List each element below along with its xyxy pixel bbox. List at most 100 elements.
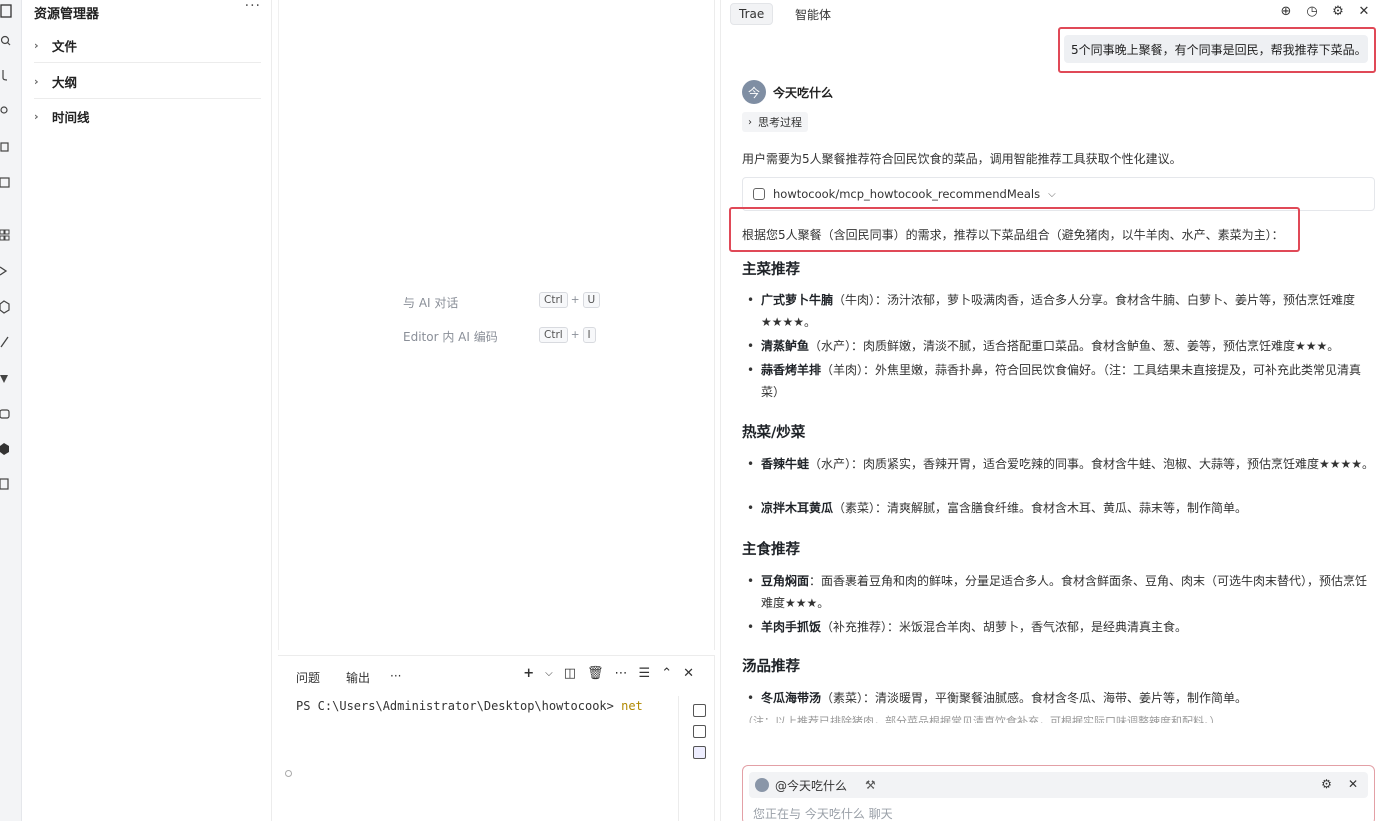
input-context-bar: @今天吃什么 ⚒ ⚙ ✕ [749, 772, 1368, 798]
key-plus: + [570, 329, 580, 341]
bottom-panel: 问题 输出 ··· + ⌵ ◫ 🗑 ⋯ ☰ ⌃ ✕ PS C:\Users\Ad… [278, 655, 715, 821]
dish-name: 香辣牛蛙 [761, 457, 810, 471]
chat-header: Trae 智能体 ⊕ ◷ ⚙ ✕ [721, 0, 1380, 28]
section-heading: 汤品推荐 [742, 659, 800, 675]
cube-icon[interactable] [0, 300, 14, 314]
split-icon[interactable]: ◫ [564, 666, 576, 681]
hex-icon[interactable] [0, 442, 14, 456]
dish-name: 凉拌木耳黄瓜 [761, 501, 834, 515]
input-agent-mention[interactable]: @今天吃什么 [775, 777, 847, 794]
hint-inline-label: Editor 内 AI 编码 [403, 330, 498, 344]
tool-call-name: howtocook/mcp_howtocook_recommendMeals [773, 187, 1041, 201]
more-icon[interactable]: ··· [245, 0, 261, 14]
list-item: • 清蒸鲈鱼（水产）：肉质鲜嫩，清淡不腻，适合搭配重口菜品。食材含鲈鱼、葱、姜等… [747, 339, 1340, 353]
terminal-icon[interactable] [693, 725, 706, 738]
section-timeline[interactable]: › 时间线 [34, 99, 261, 134]
thinking-toggle[interactable]: › 思考过程 [742, 112, 808, 132]
chevron-up-icon[interactable]: ⌃ [661, 666, 672, 681]
explorer-panel: 资源管理器 ··· › 文件 › 大纲 › 时间线 [22, 0, 272, 821]
tool-call[interactable]: howtocook/mcp_howtocook_recommendMeals ⌵ [742, 177, 1375, 211]
dish-name: 蒜香烤羊排 [761, 363, 822, 377]
chat-toolbar: ⊕ ◷ ⚙ ✕ [1279, 5, 1371, 19]
key-u: U [582, 292, 601, 308]
trash-icon[interactable]: 🗑 [587, 666, 604, 681]
search-icon[interactable] [0, 34, 14, 48]
close-icon[interactable]: ✕ [1357, 5, 1371, 19]
list-item: • 凉拌木耳黄瓜（素菜）：清爽解腻，富含膳食纤维。食材含木耳、黄瓜、蒜末等，制作… [747, 501, 1248, 515]
section-heading: 热菜/炒菜 [742, 425, 806, 441]
close-icon[interactable]: ✕ [683, 666, 694, 681]
close-icon[interactable]: ✕ [1348, 777, 1358, 791]
layout-icon[interactable]: ☰ [639, 666, 651, 681]
dish-desc: （素菜）：清淡暖胃，平衡聚餐油腻感。食材含冬瓜、海带、姜片等，制作简单。 [821, 691, 1248, 705]
hint-chat-label: 与 AI 对话 [403, 296, 459, 310]
tab-agent[interactable]: 智能体 [787, 3, 839, 26]
dish-desc: ：面香裹着豆角和肉的鲜味，分量足适合多人。食材含鲜面条、豆角、肉末（可选牛肉末替… [761, 574, 1368, 610]
remote-icon[interactable] [0, 176, 14, 190]
doc-icon[interactable] [0, 477, 14, 491]
debug-icon[interactable] [0, 103, 14, 117]
explorer-title: 资源管理器 [34, 7, 100, 22]
dish-desc: （水产）：肉质紧实，香辣开胃，适合爱吃辣的同事。食材含牛蛙、泡椒、大蒜等，预估烹… [809, 457, 1375, 471]
section-label: 时间线 [52, 110, 90, 125]
dish-desc: （水产）：肉质鲜嫩，清淡不腻，适合搭配重口菜品。食材含鲈鱼、葱、姜等，预估烹饪难… [809, 339, 1340, 353]
list-item: • 香辣牛蛙（水产）：肉质紧实，香辣开胃，适合爱吃辣的同事。食材含牛蛙、泡椒、大… [747, 457, 1375, 471]
add-terminal-icon[interactable]: + [523, 666, 534, 681]
terminal-line[interactable]: PS C:\Users\Administrator\Desktop\howtoc… [296, 699, 643, 713]
list-item: • 羊肉手抓饭（补充推荐）：米饭混合羊肉、胡萝卜，香气浓郁，是经典清真主食。 [747, 620, 1188, 634]
tab-more[interactable]: ··· [390, 669, 401, 683]
grid-icon[interactable] [0, 229, 14, 243]
user-message: 5个同事晚上聚餐，有个同事是回民，帮我推荐下菜品。 [1064, 35, 1368, 63]
rocket-icon[interactable] [0, 335, 14, 349]
more-icon[interactable]: ⋯ [615, 666, 628, 681]
gear-icon[interactable]: ⚙ [1331, 5, 1345, 19]
editor-area: 与 AI 对话 Ctrl + U Editor 内 AI 编码 Ctrl + I [278, 0, 715, 650]
dish-desc: （素菜）：清爽解腻，富含膳食纤维。食材含木耳、黄瓜、蒜末等，制作简单。 [833, 501, 1248, 515]
user-message-highlight: 5个同事晚上聚餐，有个同事是回民，帮我推荐下菜品。 [1058, 27, 1376, 73]
chat-input-box[interactable]: @今天吃什么 ⚒ ⚙ ✕ 您正在与 今天吃什么 聊天 [742, 765, 1375, 821]
flow-icon[interactable] [0, 264, 14, 278]
section-heading: 主食推荐 [742, 542, 800, 558]
gear-icon[interactable]: ⚙ [1321, 777, 1332, 791]
tab-trae[interactable]: Trae [730, 3, 774, 25]
terminal-icon[interactable] [693, 746, 706, 759]
dish-desc: （补充推荐）：米饭混合羊肉、胡萝卜，香气浓郁，是经典清真主食。 [821, 620, 1188, 634]
terminal-status-icon [285, 770, 292, 777]
terminal-prompt: PS C:\Users\Administrator\Desktop\howtoc… [296, 699, 622, 713]
section-label: 大纲 [52, 74, 78, 90]
section-files[interactable]: › 文件 [34, 28, 261, 63]
extensions-icon[interactable] [0, 140, 14, 154]
key-i: I [582, 327, 596, 343]
terminal-command: net [621, 699, 643, 713]
dish-name: 羊肉手抓饭 [761, 620, 822, 634]
chevron-down-icon: ⌵ [1048, 188, 1056, 200]
section-outline[interactable]: › 大纲 [34, 64, 261, 99]
agent-intro: 用户需要为5人聚餐推荐符合回民饮食的菜品，调用智能推荐工具获取个性化建议。 [742, 152, 1182, 166]
explorer-icon[interactable] [0, 4, 14, 18]
agent-avatar: 今 [742, 80, 766, 104]
tools-icon[interactable]: ⚒ [865, 778, 876, 792]
agent-lead: 根据您5人聚餐（含回民同事）的需求，推荐以下菜品组合（避免猪肉，以牛羊肉、水产、… [742, 228, 1284, 242]
shortcut-chat: Ctrl + U [539, 292, 601, 308]
list-item: • 蒜香烤羊排（羊肉）：外焦里嫩，蒜香扑鼻，符合回民饮食偏好。（注：工具结果未直… [747, 363, 1362, 399]
terminal-list [678, 696, 715, 821]
tab-problems[interactable]: 问题 [296, 669, 320, 686]
tab-output[interactable]: 输出 [346, 669, 370, 686]
section-label: 文件 [52, 38, 78, 54]
chat-input[interactable]: 您正在与 今天吃什么 聊天 [753, 805, 893, 821]
key-plus: + [570, 294, 580, 306]
new-chat-icon[interactable]: ⊕ [1279, 5, 1293, 19]
tool-icon [753, 188, 765, 200]
robot-icon[interactable] [0, 406, 14, 420]
source-control-icon[interactable] [0, 68, 14, 82]
history-icon[interactable]: ◷ [1305, 5, 1319, 19]
terminal-icon[interactable] [693, 704, 706, 717]
truncated-note: （注：以上推荐已排除猪肉，部分菜品根据常见清真饮食补充，可根据实际口味调整辣度和… [742, 715, 1221, 723]
section-heading: 主菜推荐 [742, 262, 800, 278]
chevron-right-icon: › [34, 74, 39, 88]
chevron-down-icon[interactable]: ⌵ [545, 668, 553, 679]
list-item: • 广式萝卜牛腩（牛肉）：汤汁浓郁，萝卜吸满肉香，适合多人分享。食材含牛腩、白萝… [747, 293, 1356, 329]
panel-toolbar: + ⌵ ◫ 🗑 ⋯ ☰ ⌃ ✕ [523, 666, 694, 681]
pin-icon[interactable] [0, 371, 14, 385]
chat-panel: Trae 智能体 ⊕ ◷ ⚙ ✕ 5个同事晚上聚餐，有个同事是回民，帮我推荐下菜… [720, 0, 1380, 821]
